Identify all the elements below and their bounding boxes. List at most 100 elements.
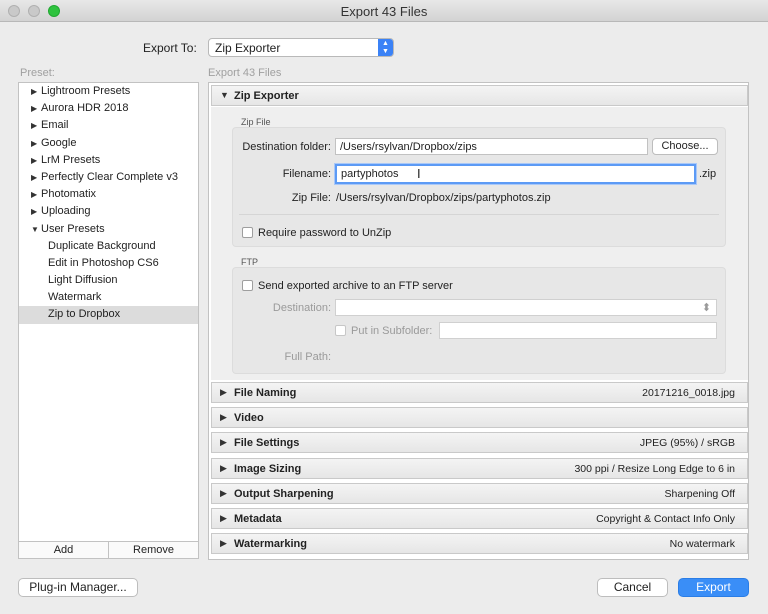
section-summary: No watermark xyxy=(669,538,735,551)
cancel-button[interactable]: Cancel xyxy=(597,578,668,597)
preset-folder[interactable]: ▶ Google xyxy=(19,135,198,152)
section-output-sharpening[interactable]: ▶ Output Sharpening Sharpening Off xyxy=(211,482,748,504)
disclosure-expanded-icon: ▼ xyxy=(220,90,229,100)
section-zip-exporter[interactable]: ▼ Zip Exporter xyxy=(211,85,748,106)
disclosure-collapsed-icon: ▶ xyxy=(220,412,227,423)
preset-label-text: Lightroom Presets xyxy=(41,85,131,97)
section-video[interactable]: ▶ Video xyxy=(211,407,748,429)
preset-label-text: Email xyxy=(41,119,69,132)
full-path-label: Full Path: xyxy=(284,351,331,363)
disclosure-collapsed-icon[interactable]: ▶ xyxy=(31,117,41,134)
preset-folder[interactable]: ▶ Aurora HDR 2018 xyxy=(19,100,198,117)
disclosure-collapsed-icon: ▶ xyxy=(220,538,227,549)
preset-item[interactable]: Zip to Dropbox xyxy=(19,306,198,324)
disclosure-collapsed-icon[interactable]: ▶ xyxy=(31,135,41,152)
title-bar: Export 43 Files xyxy=(0,0,768,22)
section-summary: 300 ppi / Resize Long Edge to 6 in xyxy=(574,462,735,475)
destination-folder-field[interactable]: /Users/rsylvan/Dropbox/zips xyxy=(335,138,648,155)
zip-file-label: Zip File: xyxy=(291,192,331,204)
disclosure-collapsed-icon: ▶ xyxy=(220,387,227,397)
disclosure-collapsed-icon[interactable]: ▶ xyxy=(31,100,41,117)
preset-label: Preset: xyxy=(20,67,55,79)
export-button[interactable]: Export xyxy=(678,578,749,597)
preset-label-text: Photomatix xyxy=(41,188,97,201)
preset-list: ▶ Lightroom Presets ▶ Aurora HDR 2018 ▶ Email… xyxy=(18,82,199,542)
section-title: Zip Exporter xyxy=(234,90,299,102)
subfolder-field[interactable] xyxy=(439,322,717,339)
export-settings-panel: ▼ Zip Exporter Zip File Destination fold… xyxy=(208,82,749,560)
preset-button-bar: Add Remove xyxy=(18,541,199,559)
put-in-subfolder-checkbox[interactable] xyxy=(335,325,346,336)
zip-file-group: Destination folder: /Users/rsylvan/Dropb… xyxy=(232,127,726,247)
preset-label-text: Light Diffusion xyxy=(48,274,118,287)
remove-preset-button[interactable]: Remove xyxy=(109,542,198,558)
disclosure-collapsed-icon[interactable]: ▶ xyxy=(31,169,41,186)
preset-label-text: Duplicate Background xyxy=(48,239,156,252)
preset-label-text: Watermark xyxy=(48,291,102,304)
send-ftp-label: Send exported archive to an FTP server xyxy=(258,280,453,292)
disclosure-collapsed-icon[interactable]: ▶ xyxy=(31,83,41,100)
disclosure-collapsed-icon[interactable]: ▶ xyxy=(31,186,41,203)
export-count-label: Export 43 Files xyxy=(208,67,282,79)
require-password-label: Require password to UnZip xyxy=(258,227,392,239)
disclosure-expanded-icon[interactable]: ▼ xyxy=(31,221,41,238)
section-metadata[interactable]: ▶ Metadata Copyright & Contact Info Only xyxy=(211,508,748,529)
section-summary: Copyright & Contact Info Only xyxy=(596,513,735,525)
preset-item[interactable]: Light Diffusion xyxy=(19,272,198,289)
ftp-destination-select[interactable]: ⬍ xyxy=(335,299,717,316)
preset-item[interactable]: Duplicate Background xyxy=(19,238,198,255)
preset-folder[interactable]: ▶ Lightroom Presets xyxy=(19,83,198,100)
disclosure-collapsed-icon[interactable]: ▶ xyxy=(31,152,41,169)
disclosure-collapsed-icon: ▶ xyxy=(220,437,227,448)
add-preset-button[interactable]: Add xyxy=(19,542,109,558)
preset-folder[interactable]: ▶ Perfectly Clear Complete v3 xyxy=(19,169,198,186)
destination-folder-label: Destination folder: xyxy=(242,141,331,153)
zip-file-group-caption: Zip File xyxy=(241,117,271,127)
section-title: Image Sizing xyxy=(234,462,302,475)
filename-input[interactable]: partyphotos xyxy=(335,164,696,184)
section-image-sizing[interactable]: ▶ Image Sizing 300 ppi / Resize Long Edge … xyxy=(211,457,748,479)
choose-button[interactable]: Choose... xyxy=(652,138,718,155)
section-title: File Settings xyxy=(234,437,300,450)
section-file-naming[interactable]: ▶ File Naming 20171216_0018.jpg xyxy=(211,382,748,403)
export-to-value: Zip Exporter xyxy=(215,41,281,55)
section-title: File Naming xyxy=(234,387,297,399)
text-cursor-icon: I xyxy=(417,166,421,181)
send-ftp-checkbox[interactable] xyxy=(242,280,253,291)
section-title: Watermarking xyxy=(234,538,307,551)
preset-label-text: LrM Presets xyxy=(41,153,101,166)
disclosure-collapsed-icon[interactable]: ▶ xyxy=(31,203,41,220)
preset-folder[interactable]: ▼ User Presets xyxy=(19,221,198,238)
section-summary: JPEG (95%) / sRGB xyxy=(639,437,735,450)
section-file-settings[interactable]: ▶ File Settings JPEG (95%) / sRGB xyxy=(211,432,748,454)
preset-label-text: User Presets xyxy=(41,222,105,235)
preset-label-text: Google xyxy=(41,136,77,149)
section-summary: 20171216_0018.jpg xyxy=(642,387,735,399)
preset-label-text: Edit in Photoshop CS6 xyxy=(48,256,159,269)
disclosure-collapsed-icon: ▶ xyxy=(220,462,227,473)
filename-extension: .zip xyxy=(699,168,717,180)
preset-item[interactable]: Edit in Photoshop CS6 xyxy=(19,255,198,272)
preset-label-text: Zip to Dropbox xyxy=(48,308,121,321)
export-to-select[interactable]: Zip Exporter ▲ ▼ xyxy=(208,38,394,57)
preset-item[interactable]: Watermark xyxy=(19,289,198,306)
divider xyxy=(239,214,719,215)
plugin-manager-button[interactable]: Plug-in Manager... xyxy=(18,578,138,597)
ftp-destination-label: Destination: xyxy=(272,302,331,314)
preset-label-text: Aurora HDR 2018 xyxy=(41,102,129,115)
ftp-group: Send exported archive to an FTP server D… xyxy=(232,267,726,374)
updown-icon: ⬍ xyxy=(701,302,711,314)
preset-folder[interactable]: ▶ Photomatix xyxy=(19,186,198,203)
select-updown-icon: ▲ ▼ xyxy=(378,39,393,56)
filename-label: Filename: xyxy=(282,168,331,180)
preset-label-text: Perfectly Clear Complete v3 xyxy=(41,170,178,183)
preset-folder[interactable]: ▶ Uploading xyxy=(19,203,198,220)
ftp-group-caption: FTP xyxy=(241,257,258,267)
section-title: Video xyxy=(234,412,264,425)
disclosure-collapsed-icon: ▶ xyxy=(220,513,227,523)
require-password-checkbox[interactable] xyxy=(242,227,253,238)
preset-folder[interactable]: ▶ LrM Presets xyxy=(19,152,198,169)
section-watermarking[interactable]: ▶ Watermarking No watermark xyxy=(211,533,748,555)
section-title: Metadata xyxy=(234,513,282,525)
preset-folder[interactable]: ▶ Email xyxy=(19,117,198,134)
